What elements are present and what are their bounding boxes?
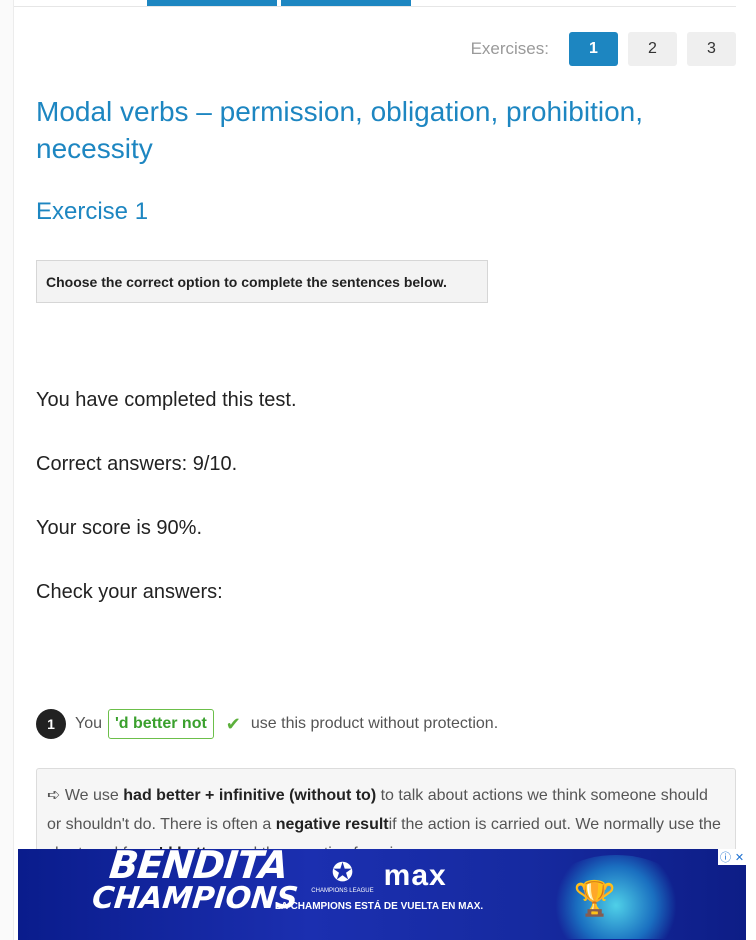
ad-info-icon[interactable]: ⓘ bbox=[720, 849, 731, 865]
pointing-arrow-icon: ➪ bbox=[47, 787, 61, 804]
question-number: 1 bbox=[36, 709, 66, 739]
question-row: 1 You 'd better not ✔ use this product w… bbox=[36, 709, 498, 739]
top-tab-bar bbox=[14, 0, 756, 8]
tab-indicator[interactable] bbox=[281, 0, 411, 6]
ad-stadium-graphic bbox=[546, 855, 686, 939]
explanation-bold: had better + infinitive (without to) bbox=[123, 787, 377, 804]
pager-label: Exercises: bbox=[470, 39, 549, 58]
question-text-before: You bbox=[75, 715, 102, 732]
exercise-page-1-button[interactable]: 1 bbox=[569, 32, 618, 66]
ad-center: ✪ CHAMPIONS LEAGUE max LA CHAMPIONS ESTÁ… bbox=[254, 857, 504, 912]
tab-indicator[interactable] bbox=[147, 0, 277, 6]
ad-tagline: LA CHAMPIONS ESTÁ DE VUELTA EN MAX. bbox=[274, 901, 484, 912]
starball-icon: ✪ bbox=[331, 857, 354, 887]
correct-answers: Correct answers: 9/10. bbox=[36, 453, 238, 475]
completed-message: You have completed this test. bbox=[36, 389, 297, 411]
advertisement-banner[interactable]: BENDITA CHAMPIONS ✪ CHAMPIONS LEAGUE max… bbox=[18, 849, 746, 940]
question-text-after: use this product without protection. bbox=[250, 715, 499, 732]
instruction-text: Choose the correct option to complete th… bbox=[46, 273, 447, 290]
score: Your score is 90%. bbox=[36, 517, 203, 539]
exercise-heading: Exercise 1 bbox=[36, 198, 149, 225]
exercise-pager: Exercises: 1 2 3 bbox=[471, 32, 736, 66]
explanation-text: We use bbox=[64, 787, 119, 804]
champions-league-text: CHAMPIONS LEAGUE bbox=[311, 888, 374, 894]
champions-league-logo: ✪ CHAMPIONS LEAGUE bbox=[311, 857, 373, 895]
checkmark-icon: ✔ bbox=[225, 713, 241, 734]
explanation-bold: negative result bbox=[275, 816, 389, 833]
max-logo: max bbox=[383, 859, 447, 892]
instruction-box: Choose the correct option to complete th… bbox=[36, 260, 488, 303]
ad-controls: ⓘ ✕ bbox=[718, 849, 746, 865]
page-title: Modal verbs – permission, obligation, pr… bbox=[36, 96, 643, 164]
trophy-icon: 🏆 bbox=[573, 880, 616, 918]
exercise-page-2-button[interactable]: 2 bbox=[628, 32, 677, 66]
ad-close-icon[interactable]: ✕ bbox=[735, 851, 744, 864]
left-rail bbox=[0, 0, 14, 940]
exercise-page-3-button[interactable]: 3 bbox=[687, 32, 736, 66]
check-answers-heading: Check your answers: bbox=[36, 581, 223, 603]
selected-answer: 'd better not bbox=[108, 709, 214, 739]
